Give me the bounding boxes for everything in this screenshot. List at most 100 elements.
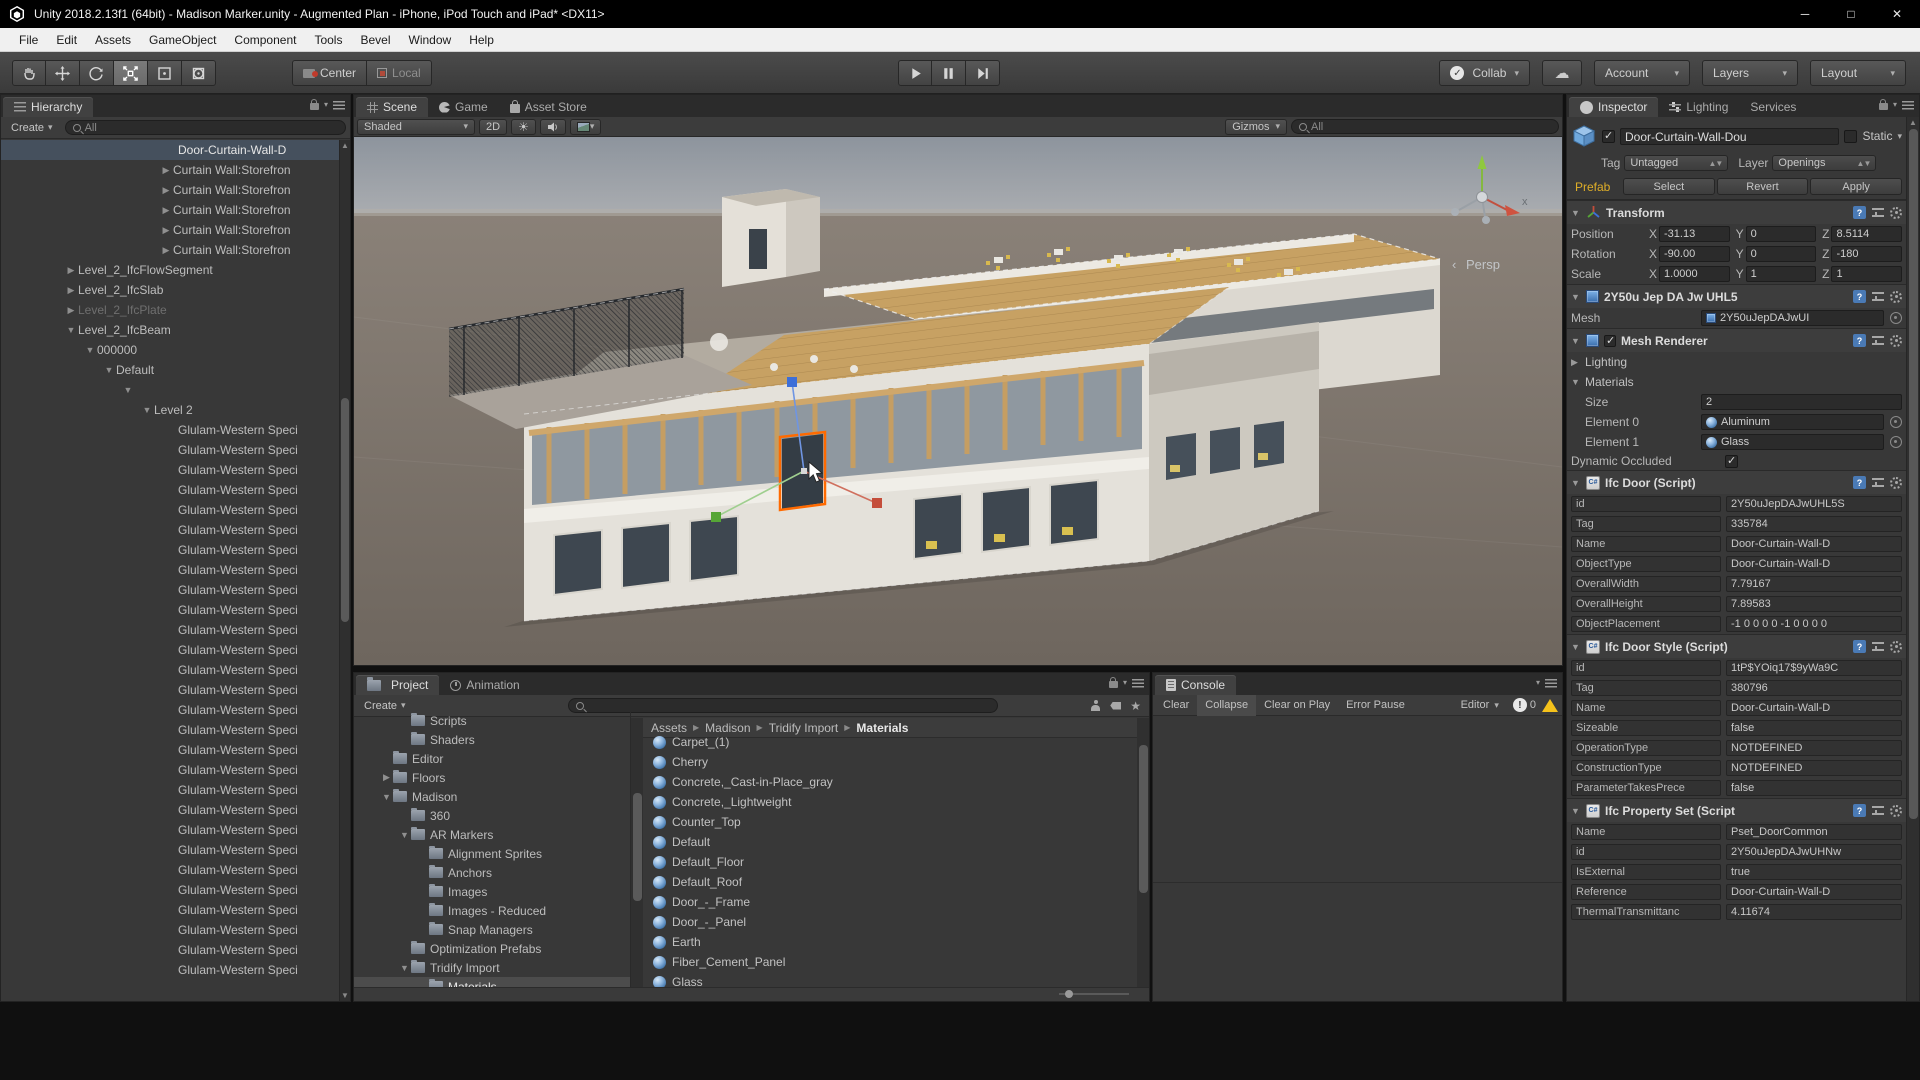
hierarchy-row[interactable]: Glulam-Western Speci [1, 960, 339, 980]
menu-component[interactable]: Component [225, 30, 305, 50]
presets-icon[interactable] [1872, 478, 1884, 487]
foldout-icon[interactable]: ▼ [64, 325, 78, 335]
tab-hierarchy[interactable]: Hierarchy [3, 97, 93, 117]
hierarchy-search-input[interactable]: All [65, 120, 346, 135]
foldout-icon[interactable]: ▼ [380, 792, 393, 802]
object-picker-icon[interactable] [1890, 312, 1902, 324]
layer-dropdown[interactable]: Openings ▲▼ [1772, 155, 1876, 171]
chevron-down-icon[interactable]: ▾ [1536, 678, 1540, 687]
tab-services[interactable]: Services [1739, 97, 1807, 117]
prefab-apply-button[interactable]: Apply [1810, 178, 1902, 195]
transform-value-field[interactable]: 0 [1746, 246, 1817, 262]
scale-tool-button[interactable] [114, 60, 148, 86]
minimize-button[interactable]: ─ [1782, 0, 1828, 28]
cloud-button[interactable]: ☁ [1542, 60, 1582, 86]
layout-dropdown[interactable]: Layout ▾ [1810, 60, 1906, 86]
project-tree-scrollbar[interactable] [631, 718, 643, 987]
tab-animation[interactable]: Animation [439, 675, 530, 695]
chevron-down-icon[interactable]: ▾ [1893, 100, 1897, 109]
transform-component-header[interactable]: ▼ Transform ? [1567, 200, 1906, 224]
material-item[interactable]: Door_-_Frame [643, 892, 1137, 912]
tag-dropdown[interactable]: Untagged ▲▼ [1624, 155, 1728, 171]
transform-tool-button[interactable] [182, 60, 216, 86]
dynamic-occluded-checkbox[interactable] [1725, 455, 1738, 468]
asset-store-user-icon[interactable] [1090, 700, 1101, 711]
hand-tool-button[interactable] [12, 60, 46, 86]
console-error-pause-button[interactable]: Error Pause [1338, 695, 1413, 716]
property-value-field[interactable]: false [1726, 780, 1902, 796]
property-value-field[interactable]: NOTDEFINED [1726, 740, 1902, 756]
hierarchy-row[interactable]: Glulam-Western Speci [1, 440, 339, 460]
material-item[interactable]: Counter_Top [643, 812, 1137, 832]
menu-assets[interactable]: Assets [86, 30, 140, 50]
hierarchy-row[interactable]: Glulam-Western Speci [1, 940, 339, 960]
property-value-field[interactable]: Door-Curtain-Wall-D [1726, 556, 1902, 572]
foldout-icon[interactable]: ▶ [159, 205, 173, 216]
materials-foldout[interactable]: ▼ Materials [1567, 372, 1906, 392]
panel-menu-icon[interactable] [333, 101, 345, 110]
foldout-icon[interactable]: ▶ [159, 245, 173, 256]
hierarchy-row[interactable]: Glulam-Western Speci [1, 740, 339, 760]
rotate-tool-button[interactable] [80, 60, 114, 86]
persp-icon[interactable]: ‹ [1452, 257, 1456, 272]
asset-labels-icon[interactable] [1110, 702, 1121, 710]
maximize-button[interactable]: □ [1828, 0, 1874, 28]
hierarchy-row[interactable]: Glulam-Western Speci [1, 480, 339, 500]
hierarchy-row[interactable]: ▶Curtain Wall:Storefron [1, 200, 339, 220]
play-button[interactable] [898, 60, 932, 86]
console-collapse-button[interactable]: Collapse [1197, 695, 1256, 716]
transform-value-field[interactable]: 1.0000 [1659, 266, 1730, 282]
hierarchy-row[interactable]: ▶Curtain Wall:Storefron [1, 220, 339, 240]
gear-icon[interactable] [1890, 477, 1902, 489]
scene-lighting-toggle[interactable]: ☀ [511, 119, 536, 135]
hierarchy-row[interactable]: ▶Level_2_IfcSlab [1, 280, 339, 300]
presets-icon[interactable] [1872, 336, 1884, 345]
tab-console[interactable]: Console [1155, 675, 1236, 695]
static-checkbox[interactable] [1844, 130, 1857, 143]
material-item[interactable]: Default_Floor [643, 852, 1137, 872]
property-value-field[interactable]: Door-Curtain-Wall-D [1726, 536, 1902, 552]
hierarchy-row[interactable]: Glulam-Western Speci [1, 620, 339, 640]
materials-size-field[interactable]: 2 [1701, 394, 1902, 410]
menu-bevel[interactable]: Bevel [351, 30, 399, 50]
console-clear-on-play-button[interactable]: Clear on Play [1256, 695, 1338, 716]
rect-tool-button[interactable] [148, 60, 182, 86]
help-icon[interactable]: ? [1853, 804, 1866, 817]
move-tool-button[interactable] [46, 60, 80, 86]
layers-dropdown[interactable]: Layers ▾ [1702, 60, 1798, 86]
project-folder-row[interactable]: 360 [354, 806, 630, 825]
hierarchy-row[interactable]: ▼Default [1, 360, 339, 380]
hierarchy-row[interactable]: ▼Level_2_IfcBeam [1, 320, 339, 340]
transform-value-field[interactable]: -180 [1831, 246, 1902, 262]
hierarchy-row[interactable]: ▼Level 2 [1, 400, 339, 420]
tab-asset-store[interactable]: Asset Store [499, 97, 598, 117]
breadcrumb-item[interactable]: Madison [705, 721, 750, 735]
presets-icon[interactable] [1872, 292, 1884, 301]
project-folder-row[interactable]: Editor [354, 749, 630, 768]
lock-icon[interactable] [1879, 103, 1888, 110]
foldout-icon[interactable]: ▶ [64, 285, 78, 296]
console-info-filter[interactable]: ! 0 [1513, 698, 1536, 712]
tab-scene[interactable]: Scene [356, 97, 428, 117]
lock-icon[interactable] [1109, 681, 1118, 688]
hierarchy-row[interactable]: Glulam-Western Speci [1, 580, 339, 600]
favorites-icon[interactable]: ★ [1130, 700, 1141, 712]
foldout-icon[interactable]: ▶ [159, 165, 173, 176]
hierarchy-row[interactable]: Glulam-Western Speci [1, 840, 339, 860]
material-item[interactable]: Fiber_Cement_Panel [643, 952, 1137, 972]
help-icon[interactable]: ? [1853, 334, 1866, 347]
foldout-icon[interactable]: ▼ [1571, 642, 1581, 652]
prefab-revert-button[interactable]: Revert [1717, 178, 1809, 195]
property-value-field[interactable]: NOTDEFINED [1726, 760, 1902, 776]
step-button[interactable] [966, 60, 1000, 86]
inspector-scrollbar[interactable]: ▲ [1906, 117, 1919, 1001]
presets-icon[interactable] [1872, 208, 1884, 217]
persp-label[interactable]: Persp [1466, 257, 1500, 272]
chevron-down-icon[interactable]: ▾ [324, 100, 328, 109]
material-item[interactable]: Default_Roof [643, 872, 1137, 892]
panel-menu-icon[interactable] [1902, 101, 1914, 110]
foldout-icon[interactable]: ▼ [1571, 208, 1581, 218]
hierarchy-row[interactable]: Glulam-Western Speci [1, 680, 339, 700]
property-value-field[interactable]: false [1726, 720, 1902, 736]
console-log-area[interactable] [1153, 717, 1562, 1001]
